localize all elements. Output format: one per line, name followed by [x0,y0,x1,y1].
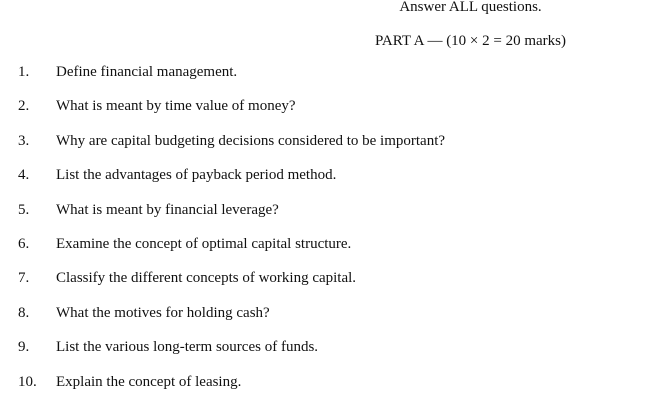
question-number: 7. [18,270,30,286]
question-text: What the motives for holding cash? [56,305,270,321]
question-number: 9. [18,339,30,355]
question-text: What is meant by financial leverage? [56,202,279,218]
question-item-4: 4. List the advantages of payback period… [0,165,671,185]
question-number: 3. [18,133,30,149]
question-number: 5. [18,202,30,218]
question-item-7: 7. Classify the different concepts of wo… [0,268,671,288]
question-number: 6. [18,236,30,252]
question-item-6: 6. Examine the concept of optimal capita… [0,234,671,254]
question-number: 1. [18,64,30,80]
question-number: 2. [18,98,30,114]
question-item-5: 5. What is meant by financial leverage? [0,200,671,220]
question-number: 8. [18,305,30,321]
question-item-10: 10. Explain the concept of leasing. [0,372,671,392]
question-text: Examine the concept of optimal capital s… [56,236,352,252]
question-text: Classify the different concepts of worki… [56,270,357,286]
question-text: Why are capital budgeting decisions cons… [56,133,446,149]
question-item-2: 2. What is meant by time value of money? [0,96,671,116]
question-item-3: 3. Why are capital budgeting decisions c… [0,131,671,151]
question-text: What is meant by time value of money? [56,98,296,114]
question-list: 1. Define financial management. 2. What … [0,0,671,404]
question-number: 10. [18,374,37,390]
question-item-8: 8. What the motives for holding cash? [0,303,671,323]
question-text: List the various long-term sources of fu… [56,339,319,355]
question-text: Explain the concept of leasing. [56,374,242,390]
question-item-9: 9. List the various long-term sources of… [0,337,671,357]
question-number: 4. [18,167,30,183]
question-item-1: 1. Define financial management. [0,62,671,82]
question-text: List the advantages of payback period me… [56,167,337,183]
question-text: Define financial management. [56,64,238,80]
